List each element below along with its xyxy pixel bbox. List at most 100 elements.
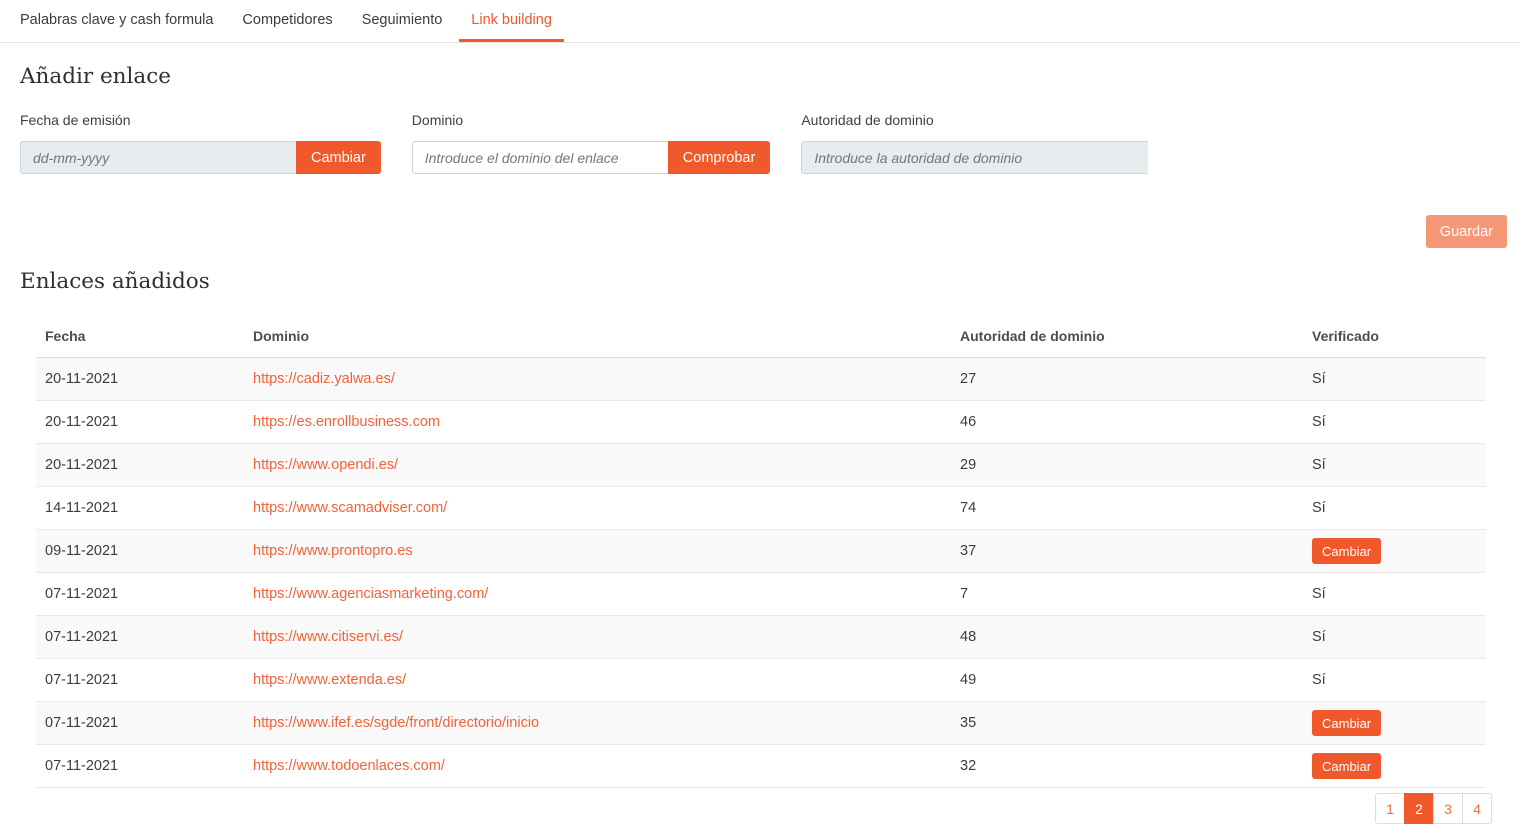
row-dominio-cell: https://www.todoenlaces.com/ <box>253 745 960 788</box>
table-row: 09-11-2021 https://www.prontopro.es 37 C… <box>36 530 1486 573</box>
table-row: 07-11-2021 https://www.extenda.es/ 49 Sí <box>36 659 1486 702</box>
row-autoridad: 29 <box>960 444 1312 487</box>
row-autoridad: 46 <box>960 401 1312 444</box>
fecha-emision-input[interactable] <box>20 141 296 174</box>
dominio-input[interactable] <box>412 141 668 174</box>
row-dominio-cell: https://www.agenciasmarketing.com/ <box>253 573 960 616</box>
row-verificado-cell: Cambiar <box>1312 745 1486 788</box>
row-fecha: 07-11-2021 <box>36 616 253 659</box>
column-header-fecha: Fecha <box>36 314 253 358</box>
pagination: 1234 <box>20 793 1492 824</box>
row-verificado-cell: Sí <box>1312 659 1486 702</box>
row-dominio-cell: https://www.extenda.es/ <box>253 659 960 702</box>
domain-link[interactable]: https://www.citiservi.es/ <box>253 629 403 645</box>
row-autoridad: 35 <box>960 702 1312 745</box>
verified-label: Sí <box>1312 629 1326 645</box>
row-autoridad: 7 <box>960 573 1312 616</box>
tab-palabras-clave-y-cash-formula[interactable]: Palabras clave y cash formula <box>8 0 225 42</box>
row-verificado-cell: Sí <box>1312 573 1486 616</box>
autoridad-dominio-label: Autoridad de dominio <box>801 112 1148 128</box>
pagination-page-4[interactable]: 4 <box>1462 793 1492 824</box>
add-link-form: Fecha de emisión Cambiar Dominio Comprob… <box>20 112 1499 174</box>
row-fecha: 07-11-2021 <box>36 702 253 745</box>
added-links-title: Enlaces añadidos <box>20 269 1499 294</box>
pagination-page-1[interactable]: 1 <box>1375 793 1405 824</box>
row-verificado-cell: Sí <box>1312 487 1486 530</box>
table-row: 07-11-2021 https://www.ifef.es/sgde/fron… <box>36 702 1486 745</box>
row-fecha: 14-11-2021 <box>36 487 253 530</box>
row-dominio-cell: https://www.ifef.es/sgde/front/directori… <box>253 702 960 745</box>
cambiar-row-button[interactable]: Cambiar <box>1312 753 1381 779</box>
tab-bar: Palabras clave y cash formulaCompetidore… <box>0 0 1519 43</box>
column-header-autoridad: Autoridad de dominio <box>960 314 1312 358</box>
row-fecha: 07-11-2021 <box>36 745 253 788</box>
pagination-page-3[interactable]: 3 <box>1433 793 1463 824</box>
tab-competidores[interactable]: Competidores <box>230 0 344 42</box>
row-autoridad: 37 <box>960 530 1312 573</box>
table-row: 20-11-2021 https://cadiz.yalwa.es/ 27 Sí <box>36 358 1486 401</box>
domain-link[interactable]: https://www.ifef.es/sgde/front/directori… <box>253 715 539 731</box>
row-autoridad: 27 <box>960 358 1312 401</box>
row-dominio-cell: https://www.citiservi.es/ <box>253 616 960 659</box>
row-verificado-cell: Cambiar <box>1312 702 1486 745</box>
table-row: 20-11-2021 https://es.enrollbusiness.com… <box>36 401 1486 444</box>
table-row: 07-11-2021 https://www.agenciasmarketing… <box>36 573 1486 616</box>
dominio-label: Dominio <box>412 112 771 128</box>
tab-seguimiento[interactable]: Seguimiento <box>350 0 455 42</box>
domain-link[interactable]: https://www.todoenlaces.com/ <box>253 758 445 774</box>
autoridad-dominio-input[interactable] <box>801 141 1148 174</box>
domain-link[interactable]: https://www.scamadviser.com/ <box>253 500 447 516</box>
fecha-emision-label: Fecha de emisión <box>20 112 381 128</box>
domain-link[interactable]: https://www.agenciasmarketing.com/ <box>253 586 488 602</box>
domain-link[interactable]: https://www.opendi.es/ <box>253 457 398 473</box>
cambiar-row-button[interactable]: Cambiar <box>1312 710 1381 736</box>
table-header-row: Fecha Dominio Autoridad de dominio Verif… <box>36 314 1486 358</box>
row-verificado-cell: Sí <box>1312 616 1486 659</box>
verified-label: Sí <box>1312 586 1326 602</box>
verified-label: Sí <box>1312 500 1326 516</box>
add-link-title: Añadir enlace <box>20 64 1499 89</box>
row-autoridad: 48 <box>960 616 1312 659</box>
row-autoridad: 49 <box>960 659 1312 702</box>
verified-label: Sí <box>1312 371 1326 387</box>
table-row: 14-11-2021 https://www.scamadviser.com/ … <box>36 487 1486 530</box>
field-fecha-emision: Fecha de emisión Cambiar <box>20 112 381 174</box>
table-row: 07-11-2021 https://www.todoenlaces.com/ … <box>36 745 1486 788</box>
column-header-verificado: Verificado <box>1312 314 1486 358</box>
links-table-body: 20-11-2021 https://cadiz.yalwa.es/ 27 Sí… <box>36 358 1486 788</box>
added-links-table-wrap: Fecha Dominio Autoridad de dominio Verif… <box>36 314 1486 788</box>
domain-link[interactable]: https://www.extenda.es/ <box>253 672 406 688</box>
row-fecha: 20-11-2021 <box>36 444 253 487</box>
guardar-button[interactable]: Guardar <box>1426 215 1507 248</box>
row-fecha: 20-11-2021 <box>36 358 253 401</box>
row-autoridad: 32 <box>960 745 1312 788</box>
pagination-page-2[interactable]: 2 <box>1404 793 1434 824</box>
row-fecha: 07-11-2021 <box>36 573 253 616</box>
cambiar-row-button[interactable]: Cambiar <box>1312 538 1381 564</box>
row-dominio-cell: https://cadiz.yalwa.es/ <box>253 358 960 401</box>
row-dominio-cell: https://www.prontopro.es <box>253 530 960 573</box>
row-verificado-cell: Sí <box>1312 358 1486 401</box>
row-dominio-cell: https://es.enrollbusiness.com <box>253 401 960 444</box>
tab-link-building[interactable]: Link building <box>459 0 564 42</box>
link-building-panel: Añadir enlace Fecha de emisión Cambiar D… <box>0 64 1519 824</box>
table-row: 07-11-2021 https://www.citiservi.es/ 48 … <box>36 616 1486 659</box>
domain-link[interactable]: https://cadiz.yalwa.es/ <box>253 371 395 387</box>
field-dominio: Dominio Comprobar <box>412 112 771 174</box>
row-verificado-cell: Cambiar <box>1312 530 1486 573</box>
row-autoridad: 74 <box>960 487 1312 530</box>
domain-link[interactable]: https://es.enrollbusiness.com <box>253 414 440 430</box>
field-autoridad-dominio: Autoridad de dominio <box>801 112 1148 174</box>
verified-label: Sí <box>1312 457 1326 473</box>
cambiar-fecha-button[interactable]: Cambiar <box>296 141 381 174</box>
row-fecha: 20-11-2021 <box>36 401 253 444</box>
column-header-dominio: Dominio <box>253 314 960 358</box>
verified-label: Sí <box>1312 414 1326 430</box>
row-fecha: 07-11-2021 <box>36 659 253 702</box>
row-verificado-cell: Sí <box>1312 444 1486 487</box>
table-row: 20-11-2021 https://www.opendi.es/ 29 Sí <box>36 444 1486 487</box>
domain-link[interactable]: https://www.prontopro.es <box>253 543 413 559</box>
row-dominio-cell: https://www.scamadviser.com/ <box>253 487 960 530</box>
row-fecha: 09-11-2021 <box>36 530 253 573</box>
comprobar-button[interactable]: Comprobar <box>668 141 771 174</box>
